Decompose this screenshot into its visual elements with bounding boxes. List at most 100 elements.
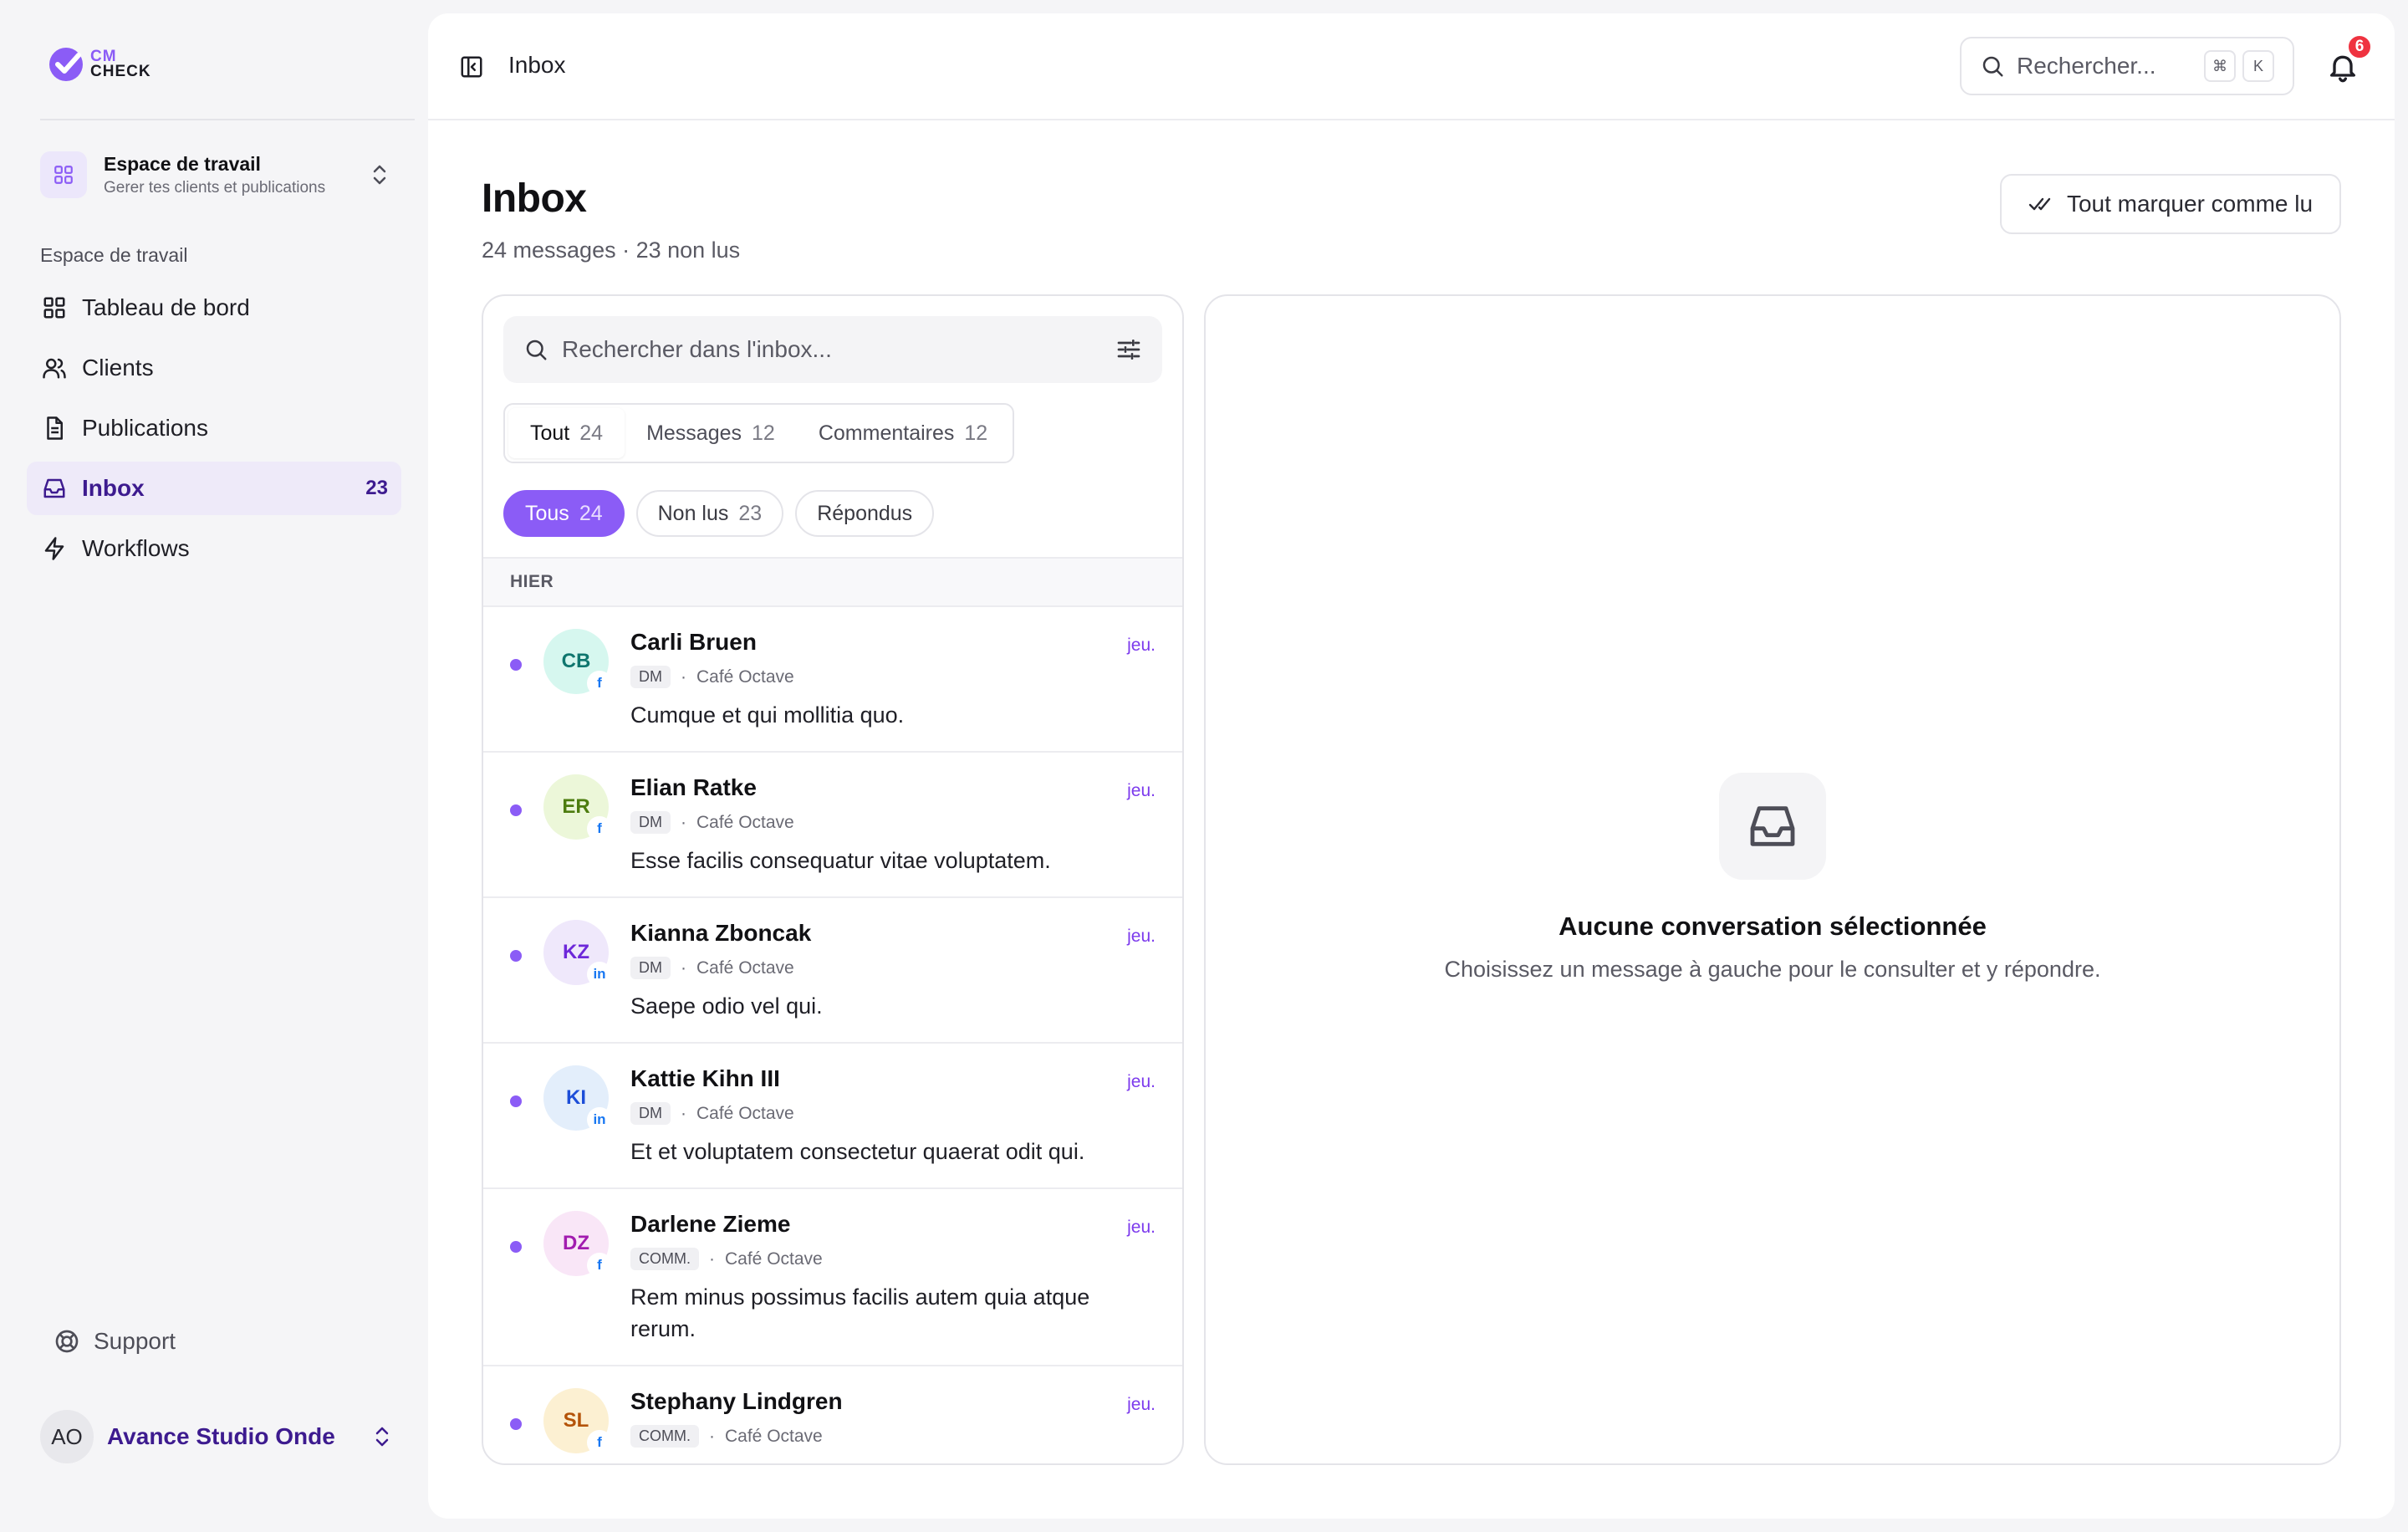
- message-meta: COMM. · Café Octave: [630, 1425, 823, 1448]
- avatar: ER f: [543, 774, 612, 841]
- avatar: SL f: [543, 1388, 612, 1455]
- filter-label: Répondus: [817, 501, 913, 525]
- avatar: KZ in: [543, 920, 612, 987]
- sidebar-item-label: Clients: [82, 355, 154, 380]
- tab-comments[interactable]: Commentaires 12: [797, 408, 1009, 458]
- message-time: jeu.: [1127, 1072, 1156, 1091]
- meta-separator: ·: [709, 1426, 715, 1446]
- mark-all-read-label: Tout marquer comme lu: [2066, 191, 2314, 217]
- support-label: Support: [94, 1328, 176, 1354]
- sidebar-item-dashboard[interactable]: Tableau de bord: [27, 281, 401, 334]
- filter-all[interactable]: Tous 24: [503, 490, 625, 537]
- double-check-icon: [2028, 194, 2055, 214]
- logo-line-2: CHECK: [90, 63, 151, 80]
- avatar: DZ f: [543, 1211, 612, 1278]
- sidebar-divider: [40, 119, 415, 120]
- search-icon: [1980, 54, 2005, 79]
- unread-dot: [510, 659, 522, 671]
- facebook-icon: f: [587, 816, 612, 841]
- unread-dot: [510, 804, 522, 816]
- unread-dot: [510, 1418, 522, 1430]
- workspace-title: Espace de travail: [104, 152, 261, 175]
- app-logo[interactable]: CM CHECK: [47, 45, 151, 84]
- tab-count: 24: [579, 421, 604, 445]
- message-time: jeu.: [1127, 1218, 1156, 1237]
- support-link[interactable]: Support: [54, 1328, 176, 1355]
- chevron-up-down-icon: [368, 160, 391, 190]
- avatar-initials: KI: [566, 1086, 586, 1109]
- logo-text: CM CHECK: [90, 49, 151, 79]
- message-type-badge: DM: [630, 811, 671, 834]
- client-name: Café Octave: [725, 1426, 823, 1446]
- tab-all[interactable]: Tout 24: [508, 408, 625, 458]
- conversation-row[interactable]: CB f Carli Bruen jeu. DM · Café Octave Cumque e…: [483, 607, 1182, 753]
- sidebar-item-workflows[interactable]: Workflows: [27, 522, 401, 575]
- conversation-detail-panel: Aucune conversation sélectionnée Choisis…: [1204, 294, 2341, 1465]
- tab-count: 12: [752, 421, 775, 445]
- message-type-badge: DM: [630, 957, 671, 979]
- workspace-subtitle: Gerer tes clients et publications: [104, 178, 326, 197]
- sidebar-item-clients[interactable]: Clients: [27, 341, 401, 395]
- conversation-list: CB f Carli Bruen jeu. DM · Café Octave Cumque e…: [483, 607, 1182, 1463]
- message-preview: Esse facilis consequatur vitae voluptate…: [630, 848, 1051, 873]
- filter-label: Tous: [525, 501, 569, 525]
- message-time: jeu.: [1127, 927, 1156, 946]
- message-meta: DM · Café Octave: [630, 1102, 794, 1125]
- sidebar: CM CHECK Espace de travail Gerer tes cli…: [0, 0, 428, 1532]
- conversation-row[interactable]: KI in Kattie Kihn III jeu. DM · Café Octave Et …: [483, 1044, 1182, 1189]
- contact-name: Kianna Zboncak: [630, 920, 812, 946]
- breadcrumb: Inbox: [508, 52, 566, 78]
- conversation-row[interactable]: KZ in Kianna Zboncak jeu. DM · Café Octave Saep…: [483, 898, 1182, 1044]
- tab-label: Messages: [646, 421, 742, 445]
- inbox-search-input[interactable]: Rechercher dans l'inbox...: [503, 316, 1162, 383]
- avatar: AO: [40, 1410, 94, 1463]
- user-menu[interactable]: AO Avance Studio Onde: [40, 1410, 391, 1463]
- sidebar-item-publications[interactable]: Publications: [27, 401, 401, 455]
- grid-icon: [40, 151, 87, 198]
- meta-separator: ·: [681, 812, 686, 832]
- filter-sliders-icon[interactable]: [1115, 336, 1142, 363]
- sidebar-nav: Tableau de bord Clients Publications Inb…: [27, 281, 401, 582]
- client-name: Café Octave: [696, 812, 794, 832]
- page-subtitle: 24 messages · 23 non lus: [482, 237, 741, 263]
- status-filters: Tous 24 Non lus 23 Répondus: [503, 490, 935, 537]
- global-search-input[interactable]: Rechercher... ⌘ K: [1960, 37, 2294, 95]
- client-name: Café Octave: [725, 1249, 823, 1269]
- type-tabs: Tout 24 Messages 12 Commentaires 12: [503, 403, 1015, 463]
- client-name: Café Octave: [696, 958, 794, 978]
- sidebar-item-inbox[interactable]: Inbox 23: [27, 462, 401, 515]
- conversation-row[interactable]: DZ f Darlene Zieme jeu. COMM. · Café Octave Rem…: [483, 1189, 1182, 1366]
- avatar-initials: CB: [561, 650, 591, 672]
- workspace-switcher[interactable]: Espace de travail Gerer tes clients et p…: [40, 149, 391, 201]
- dashboard-icon: [40, 294, 69, 322]
- avatar-initials: ER: [562, 795, 590, 818]
- conversation-row[interactable]: ER f Elian Ratke jeu. DM · Café Octave Esse fac…: [483, 753, 1182, 898]
- filter-replied[interactable]: Répondus: [795, 490, 935, 537]
- notification-badge: 6: [2346, 33, 2373, 60]
- meta-separator: ·: [681, 1103, 686, 1123]
- contact-name: Elian Ratke: [630, 774, 757, 800]
- message-type-badge: COMM.: [630, 1248, 699, 1270]
- page-title: Inbox: [482, 176, 587, 221]
- unread-dot: [510, 950, 522, 962]
- contact-name: Stephany Lindgren: [630, 1388, 843, 1414]
- message-meta: COMM. · Café Octave: [630, 1248, 823, 1270]
- message-type-badge: DM: [630, 1102, 671, 1125]
- avatar: KI in: [543, 1065, 612, 1132]
- filter-unread[interactable]: Non lus 23: [635, 490, 784, 537]
- sidebar-item-label: Workflows: [82, 535, 190, 561]
- message-meta: DM · Café Octave: [630, 666, 794, 688]
- tab-label: Commentaires: [818, 421, 955, 445]
- inbox-search-placeholder: Rechercher dans l'inbox...: [562, 336, 832, 362]
- conversation-list-panel: Rechercher dans l'inbox... Tout 24 Messa…: [482, 294, 1184, 1465]
- meta-separator: ·: [681, 666, 686, 687]
- empty-state-subtitle: Choisissez un message à gauche pour le c…: [1444, 957, 2101, 982]
- mark-all-read-button[interactable]: Tout marquer comme lu: [2000, 174, 2341, 234]
- conversation-row[interactable]: SL f Stephany Lindgren jeu. COMM. · Café Octav…: [483, 1366, 1182, 1463]
- message-preview: Et et voluptatem consectetur quaerat odi…: [630, 1139, 1085, 1164]
- inbox-unread-count: 23: [365, 477, 388, 499]
- sidebar-toggle-icon[interactable]: [457, 52, 487, 82]
- tab-messages[interactable]: Messages 12: [625, 408, 797, 458]
- avatar: CB f: [543, 629, 612, 696]
- avatar-initials: DZ: [563, 1232, 589, 1254]
